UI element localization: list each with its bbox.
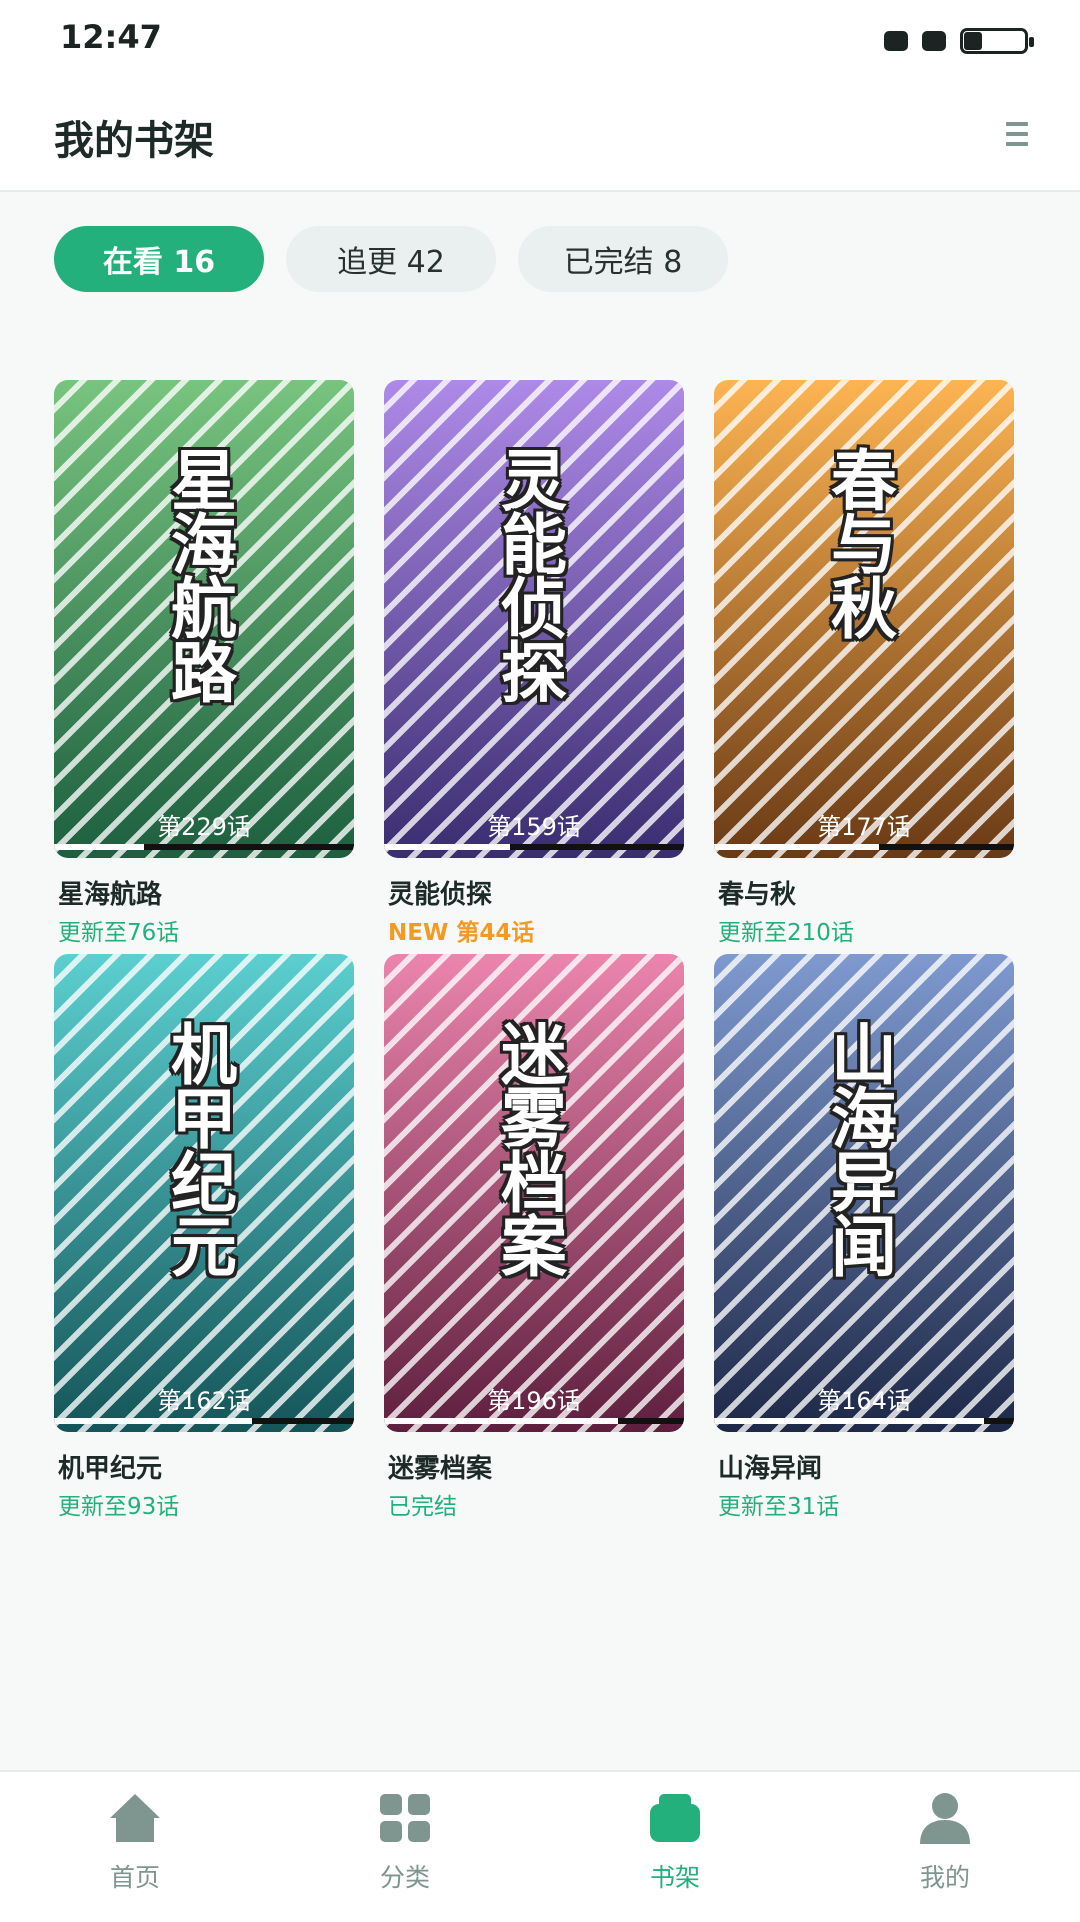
update-status: 更新至76话 — [58, 920, 180, 946]
cover-episode: 第162话 — [157, 1387, 251, 1415]
cover-title-char: 雾 — [501, 1081, 567, 1158]
reading-progress-fill — [384, 844, 510, 850]
cover-title-char: 甲 — [171, 1081, 237, 1158]
signal-icon — [884, 31, 908, 51]
cover-title: 灵能侦探 — [384, 443, 684, 712]
book-cover[interactable]: 星海航路第229话 — [54, 380, 354, 858]
nav-profile[interactable]: 我的 — [810, 1772, 1080, 1922]
nav-bookshelf-label: 书架 — [649, 1863, 700, 1892]
cover-title: 机甲纪元 — [54, 1017, 354, 1286]
cover-title-char: 灵 — [501, 443, 567, 520]
book-card[interactable]: 山海异闻第164话 山海异闻 更新至31话 — [714, 954, 1014, 1521]
book-card[interactable]: 春与秋第177话 春与秋 更新至210话 — [714, 380, 1014, 947]
status-time: 12:47 — [60, 18, 162, 56]
cover-episode: 第177话 — [817, 813, 911, 841]
wifi-icon — [922, 31, 946, 51]
nav-home[interactable]: 首页 — [0, 1772, 270, 1922]
book-cover[interactable]: 迷雾档案第196话 — [384, 954, 684, 1432]
cover-title-char: 航 — [171, 571, 237, 648]
bookshelf-icon — [650, 1794, 700, 1842]
cover-title: 春与秋 — [714, 443, 1014, 648]
cover-episode: 第196话 — [487, 1387, 581, 1415]
book-cover[interactable]: 山海异闻第164话 — [714, 954, 1014, 1432]
update-status: 更新至210话 — [718, 920, 854, 946]
nav-home-label: 首页 — [109, 1863, 160, 1892]
book-card[interactable]: 灵能侦探第159话 灵能侦探 NEW 第44话 — [384, 380, 684, 947]
profile-icon — [920, 1793, 970, 1844]
cover-title-char: 海 — [171, 507, 237, 584]
cover-title-char: 探 — [501, 635, 567, 712]
nav-category-label: 分类 — [379, 1863, 430, 1892]
cover-title-char: 元 — [171, 1209, 237, 1286]
cover-title-char: 异 — [831, 1145, 897, 1222]
page-title: 我的书架 — [54, 118, 214, 164]
cover-title-char: 案 — [501, 1209, 567, 1286]
reading-progress-bar — [384, 1418, 684, 1424]
nav-profile-label: 我的 — [919, 1863, 970, 1892]
reading-progress-bar — [54, 844, 354, 850]
cover-title-char: 纪 — [171, 1145, 237, 1222]
reading-progress-bar — [384, 844, 684, 850]
reading-progress-fill — [714, 1418, 984, 1424]
status-icons — [884, 28, 1034, 54]
reading-progress-fill — [714, 844, 879, 850]
reading-progress-bar — [714, 844, 1014, 850]
book-cover[interactable]: 灵能侦探第159话 — [384, 380, 684, 858]
tab-following[interactable]: 追更 42 — [286, 226, 496, 292]
cover-title-char: 山 — [831, 1017, 897, 1094]
home-icon — [110, 1794, 160, 1842]
reading-progress-bar — [714, 1418, 1014, 1424]
grid-icon — [380, 1794, 430, 1842]
tab-completed[interactable]: 已完结 8 — [518, 226, 728, 292]
cover-title: 星海航路 — [54, 443, 354, 712]
cover-title-char: 路 — [171, 635, 237, 712]
reading-progress-fill — [384, 1418, 618, 1424]
bottom-nav: 首页 分类 书架 我的 — [0, 1770, 1080, 1922]
cover-title-char: 能 — [501, 507, 567, 584]
new-badge: NEW 第44话 — [388, 920, 535, 946]
cover-title: 迷雾档案 — [384, 1017, 684, 1286]
cover-title: 山海异闻 — [714, 1017, 1014, 1286]
reading-progress-bar — [54, 1418, 354, 1424]
menu-icon[interactable] — [1006, 122, 1028, 146]
book-card[interactable]: 机甲纪元第162话 机甲纪元 更新至93话 — [54, 954, 354, 1521]
nav-category[interactable]: 分类 — [270, 1772, 540, 1922]
cover-title-char: 档 — [501, 1145, 567, 1222]
book-card[interactable]: 迷雾档案第196话 迷雾档案 已完结 — [384, 954, 684, 1521]
update-status: 已完结 — [388, 1494, 457, 1520]
book-title: 星海航路 — [58, 880, 163, 910]
book-card[interactable]: 星海航路第229话 星海航路 更新至76话 — [54, 380, 354, 947]
app-header: 我的书架 — [0, 80, 1080, 192]
cover-episode: 第164话 — [817, 1387, 911, 1415]
book-title: 灵能侦探 — [388, 880, 493, 910]
reading-progress-fill — [54, 844, 144, 850]
cover-episode: 第229话 — [157, 813, 251, 841]
status-bar: 12:47 — [0, 0, 1080, 80]
cover-title-char: 闻 — [831, 1209, 897, 1286]
update-status: 更新至31话 — [718, 1494, 840, 1520]
cover-title-char: 星 — [171, 443, 237, 520]
cover-title-char: 迷 — [501, 1017, 567, 1094]
book-cover[interactable]: 春与秋第177话 — [714, 380, 1014, 858]
book-title: 机甲纪元 — [58, 1454, 163, 1484]
cover-title-char: 海 — [831, 1081, 897, 1158]
cover-title-char: 春 — [831, 443, 897, 520]
cover-title-char: 与 — [831, 507, 897, 584]
filter-tabs: 在看 16 追更 42 已完结 8 — [54, 226, 728, 292]
book-title: 迷雾档案 — [388, 1454, 493, 1484]
cover-title-char: 侦 — [501, 571, 567, 648]
cover-title-char: 秋 — [831, 571, 897, 648]
nav-bookshelf[interactable]: 书架 — [540, 1772, 810, 1922]
tab-watching[interactable]: 在看 16 — [54, 226, 264, 292]
book-title: 春与秋 — [718, 880, 797, 910]
book-title: 山海异闻 — [718, 1454, 823, 1484]
book-cover[interactable]: 机甲纪元第162话 — [54, 954, 354, 1432]
update-status: 更新至93话 — [58, 1494, 180, 1520]
reading-progress-fill — [54, 1418, 252, 1424]
cover-episode: 第159话 — [487, 813, 581, 841]
cover-title-char: 机 — [171, 1017, 237, 1094]
battery-icon — [960, 28, 1034, 54]
